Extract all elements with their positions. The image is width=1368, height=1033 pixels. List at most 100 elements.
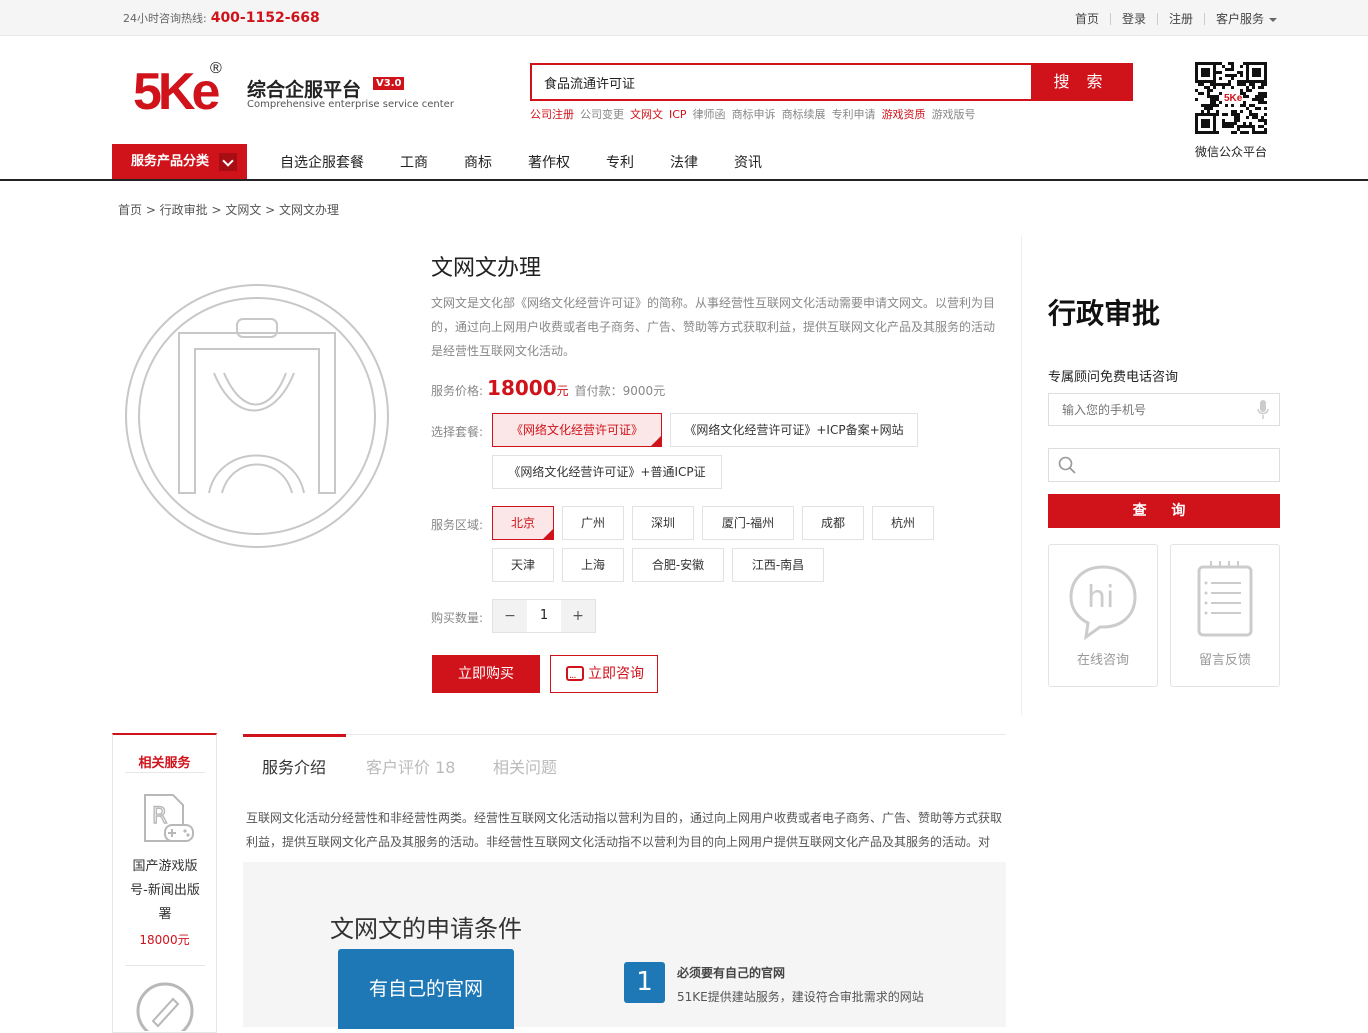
divider [125,772,205,773]
region-option-chengdu[interactable]: 成都 [802,506,864,540]
region-option-guangzhou[interactable]: 广州 [562,506,624,540]
nav-item-legal[interactable]: 法律 [670,152,698,172]
customer-service-menu[interactable]: 客户服务 [1205,10,1288,27]
buy-now-button[interactable]: 立即购买 [432,655,540,693]
registered-mark: ® [210,60,222,77]
consult-now-button[interactable]: 立即咨询 [550,655,658,697]
sidebar-search-wrap [1048,448,1280,482]
phone-input[interactable] [1049,394,1239,425]
nav-item-packages[interactable]: 自选企服套餐 [280,152,364,172]
tab-customer-reviews[interactable]: 客户评价 18 [366,754,455,778]
online-consult-card[interactable]: hi 在线咨询 [1048,544,1158,687]
breadcrumb[interactable]: 首页 > 行政审批 > 文网文 > 文网文办理 [118,201,339,218]
search-input[interactable] [532,65,1031,99]
hot-word-link[interactable]: 游戏版号 [932,108,976,121]
microphone-icon[interactable] [1257,400,1269,420]
sidebar-search-input[interactable] [1083,449,1273,481]
chat-hi-icon: hi [1069,565,1137,641]
region-option-shanghai[interactable]: 上海 [562,548,624,582]
search-button[interactable]: 搜 索 [1031,65,1131,99]
product-category-menu[interactable]: 服务产品分类 [112,144,247,180]
related-item-name[interactable]: 国产游戏版号-新闻出版署 [125,855,205,927]
pen-circle-icon[interactable] [135,981,195,1031]
logo[interactable]: 5Ke ® [133,58,233,114]
region-label: 服务区域: [431,518,484,532]
query-button[interactable]: 查 询 [1048,494,1280,528]
svg-text:R: R [152,804,167,829]
hot-word-link[interactable]: 游戏资质 [882,108,926,121]
phone-field-wrap [1048,393,1280,426]
region-option-beijing[interactable]: 北京 [492,506,554,548]
hot-word-link[interactable]: 公司注册 [530,108,574,121]
product-image [125,284,389,548]
hot-word-link[interactable]: ICP [669,108,687,121]
chat-icon [566,661,584,697]
nav-divider [0,179,1368,181]
product-title: 文网文办理 [431,256,542,281]
top-links: 首页 登录 注册 客户服务 [1064,10,1288,27]
package-option-3[interactable]: 《网络文化经营许可证》+普通ICP证 [492,455,722,489]
quantity-increase-button[interactable]: + [561,600,595,632]
nav-item-business[interactable]: 工商 [400,152,428,172]
region-option-xiamen-fuzhou[interactable]: 厦门-福州 [702,506,794,540]
caret-down-icon [1269,17,1277,22]
tabs-divider [243,734,1006,735]
quantity-label: 购买数量: [431,611,484,625]
price-value: 18000 [487,376,557,400]
hot-word-link[interactable]: 文网文 [630,108,663,121]
online-consult-label: 在线咨询 [1076,653,1129,668]
product-description: 文网文是文化部《网络文化经营许可证》的简称。从事经营性互联网文化活动需要申请文网… [431,296,996,358]
region-option-hefei-anhui[interactable]: 合肥-安徽 [632,548,724,582]
condition-box: 有自己的官网 [338,949,514,1029]
qr-label: 微信公众平台 [1195,145,1268,159]
hot-word-link[interactable]: 专利申请 [832,108,876,121]
quantity-input[interactable]: 1 [527,600,561,632]
price-unit: 元 [556,384,569,398]
related-services: 相关服务 R 国产游戏版号-新闻出版署 18000元 [112,733,217,1033]
price-label: 服务价格: [431,384,484,398]
customer-service-label: 客户服务 [1215,12,1264,26]
game-license-icon[interactable]: R [139,791,195,849]
hot-word-link[interactable]: 律师函 [693,108,726,121]
hot-word-link[interactable]: 商标续展 [782,108,826,121]
clipboard-icon [1197,561,1253,637]
region-option-shenzhen[interactable]: 深圳 [632,506,694,540]
price-row: 服务价格: 18000元 首付款：9000元 [431,376,665,400]
top-link-login[interactable]: 登录 [1111,10,1157,27]
top-link-home[interactable]: 首页 [1064,10,1110,27]
panel-divider [1021,235,1022,715]
nav-item-patent[interactable]: 专利 [606,152,634,172]
region-option-tianjin[interactable]: 天津 [492,548,554,582]
conditions-title: 文网文的申请条件 [330,915,522,943]
platform-title: 综合企服平台 [247,79,362,101]
hotline-label: 24小时咨询热线: [123,12,207,25]
active-tab-indicator [243,734,346,737]
platform-subtitle: Comprehensive enterprise service center [247,99,454,110]
step-text: 51KE提供建站服务，建设符合审批需求的网站 [677,990,924,1004]
package-label: 选择套餐: [431,425,484,439]
nav-item-news[interactable]: 资讯 [734,152,762,172]
hot-word-link[interactable]: 公司变更 [580,108,624,121]
sidebar-title: 行政审批 [1048,297,1161,330]
tab-related-questions[interactable]: 相关问题 [493,754,557,778]
top-link-register[interactable]: 注册 [1158,10,1204,27]
service-intro-text: 互联网文化活动分经营性和非经营性两类。经营性互联网文化活动指以营利为目的，通过向… [246,811,1003,849]
region-option-hangzhou[interactable]: 杭州 [872,506,934,540]
region-option-jiangxi-nanchang[interactable]: 江西-南昌 [732,548,824,582]
product-category-label: 服务产品分类 [131,154,210,169]
feedback-label: 留言反馈 [1198,653,1251,668]
step-number-badge: 1 [624,962,665,1003]
consult-now-label: 立即咨询 [588,666,644,682]
phone-consult-label: 专属顾问免费电话咨询 [1048,370,1179,385]
hot-word-link[interactable]: 商标申诉 [732,108,776,121]
package-option-2[interactable]: 《网络文化经营许可证》+ICP备案+网站 [670,413,918,447]
tab-service-intro[interactable]: 服务介绍 [262,754,326,778]
quantity-decrease-button[interactable]: − [493,600,527,632]
related-item-price: 18000元 [139,933,190,947]
hotline-number[interactable]: 400-1152-668 [211,10,320,26]
search-icon [1058,456,1076,474]
package-option-1[interactable]: 《网络文化经营许可证》 [492,413,662,455]
feedback-card[interactable]: 留言反馈 [1170,544,1280,687]
nav-item-copyright[interactable]: 著作权 [528,152,570,172]
nav-item-trademark[interactable]: 商标 [464,152,492,172]
